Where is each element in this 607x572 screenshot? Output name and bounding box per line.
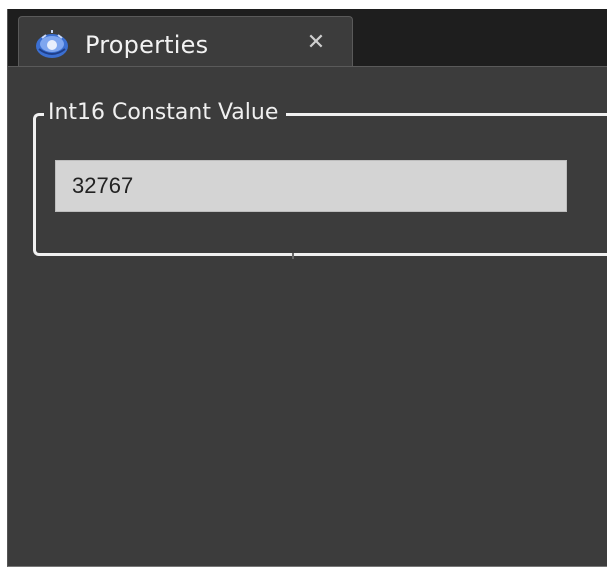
groupbox-label: Int16 Constant Value (44, 99, 287, 127)
splitter-handle (292, 253, 294, 259)
tab-properties[interactable]: Properties ✕ (18, 16, 353, 72)
close-icon[interactable]: ✕ (302, 29, 330, 57)
properties-panel: Int16 Constant Value (8, 66, 607, 566)
properties-window: Properties ✕ Int16 Constant Value (7, 9, 607, 567)
constant-value-input[interactable] (55, 160, 567, 212)
properties-gear-icon (33, 29, 71, 63)
tab-title: Properties (85, 31, 209, 59)
